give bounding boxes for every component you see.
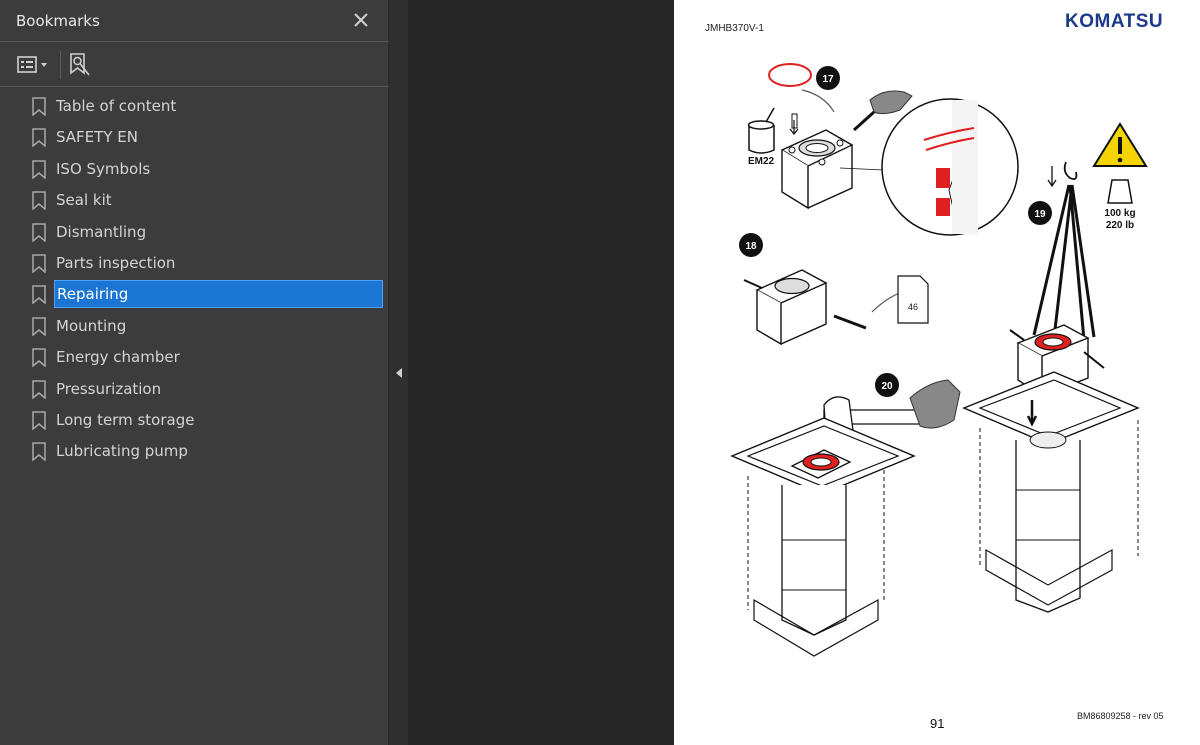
bookmark-label: Long term storage (56, 410, 195, 429)
bookmark-item-selected[interactable]: Repairing (0, 279, 389, 310)
bookmark-label: Parts inspection (56, 253, 176, 272)
assembly-illustration: 17 EM22 100 kg 220 lb 18 46 19 20 (730, 63, 1148, 657)
options-menu-icon[interactable] (14, 52, 54, 78)
bookmark-icon (32, 379, 46, 399)
step-17-badge: 17 (822, 74, 834, 85)
weight-lb-label: 220 lb (1106, 220, 1134, 231)
bookmark-label: Mounting (56, 316, 127, 335)
bookmark-icon (32, 254, 46, 273)
bookmark-label: Lubricating pump (56, 442, 188, 461)
bookmark-label: Repairing (54, 280, 383, 309)
bookmark-item[interactable]: Energy chamber (0, 342, 389, 373)
bookmark-icon (32, 348, 46, 368)
step-19-badge: 19 (1034, 209, 1046, 220)
bookmark-label: Dismantling (56, 222, 147, 241)
grease-label: EM22 (748, 156, 775, 167)
bookmark-label: Pressurization (56, 379, 162, 398)
bookmark-item[interactable]: Dismantling (0, 217, 389, 248)
bookmark-item[interactable]: Pressurization (0, 374, 389, 405)
bookmark-icon (32, 285, 46, 305)
step-20-badge: 20 (881, 381, 893, 392)
close-icon[interactable] (350, 9, 372, 31)
bookmark-label: SAFETY EN (56, 128, 138, 147)
bookmark-item[interactable]: Table of content (0, 91, 389, 122)
step-17-illustration: 17 EM22 (747, 63, 1019, 236)
bookmark-label: Seal kit (56, 191, 112, 210)
document-viewer-background (408, 0, 674, 745)
bookmark-icon (32, 128, 46, 148)
bookmark-icon (32, 222, 46, 242)
bookmarks-header: Bookmarks (0, 0, 389, 42)
bookmark-item[interactable]: SAFETY EN (0, 122, 389, 153)
bookmark-label: Energy chamber (56, 348, 180, 367)
bookmark-icon (32, 442, 46, 462)
bookmark-icon (32, 191, 46, 211)
bookmark-icon (32, 160, 46, 179)
find-bookmark-icon[interactable] (66, 51, 94, 79)
step-18-illustration: 18 46 (739, 233, 929, 346)
step-20-illustration: 20 (730, 373, 961, 657)
bookmark-icon (32, 97, 46, 116)
bookmarks-title: Bookmarks (16, 12, 100, 30)
step-18-badge: 18 (745, 241, 757, 252)
bookmark-label: Table of content (56, 97, 177, 115)
document-revision: BM86809258 - rev 05 (1077, 711, 1164, 721)
bookmark-icon (32, 316, 46, 336)
bookmark-label: ISO Symbols (56, 159, 151, 178)
page-reference-label: 46 (908, 302, 918, 312)
bookmark-item[interactable]: Long term storage (0, 405, 389, 436)
bookmark-icon (32, 411, 46, 430)
bookmarks-panel: Bookmarks Table of content SAFETY EN ISO… (0, 0, 389, 745)
weight-kg-label: 100 kg (1104, 208, 1135, 219)
bookmark-item[interactable]: ISO Symbols (0, 154, 389, 185)
collapse-arrow-icon[interactable] (395, 366, 403, 378)
document-page[interactable]: JMHB370V-1 KOMATSU 17 EM22 100 kg 220 lb… (674, 0, 1200, 745)
bookmark-item[interactable]: Mounting (0, 311, 389, 342)
page-number: 91 (930, 716, 945, 731)
bookmark-item[interactable]: Seal kit (0, 185, 389, 216)
bookmark-item[interactable]: Lubricating pump (0, 436, 389, 467)
toolbar-divider (60, 51, 61, 79)
bookmark-list: Table of content SAFETY EN ISO Symbols S… (0, 91, 389, 468)
bookmark-item[interactable]: Parts inspection (0, 248, 389, 279)
warning-triangle-icon: 100 kg 220 lb (1092, 122, 1148, 231)
bookmarks-toolbar (0, 43, 389, 87)
